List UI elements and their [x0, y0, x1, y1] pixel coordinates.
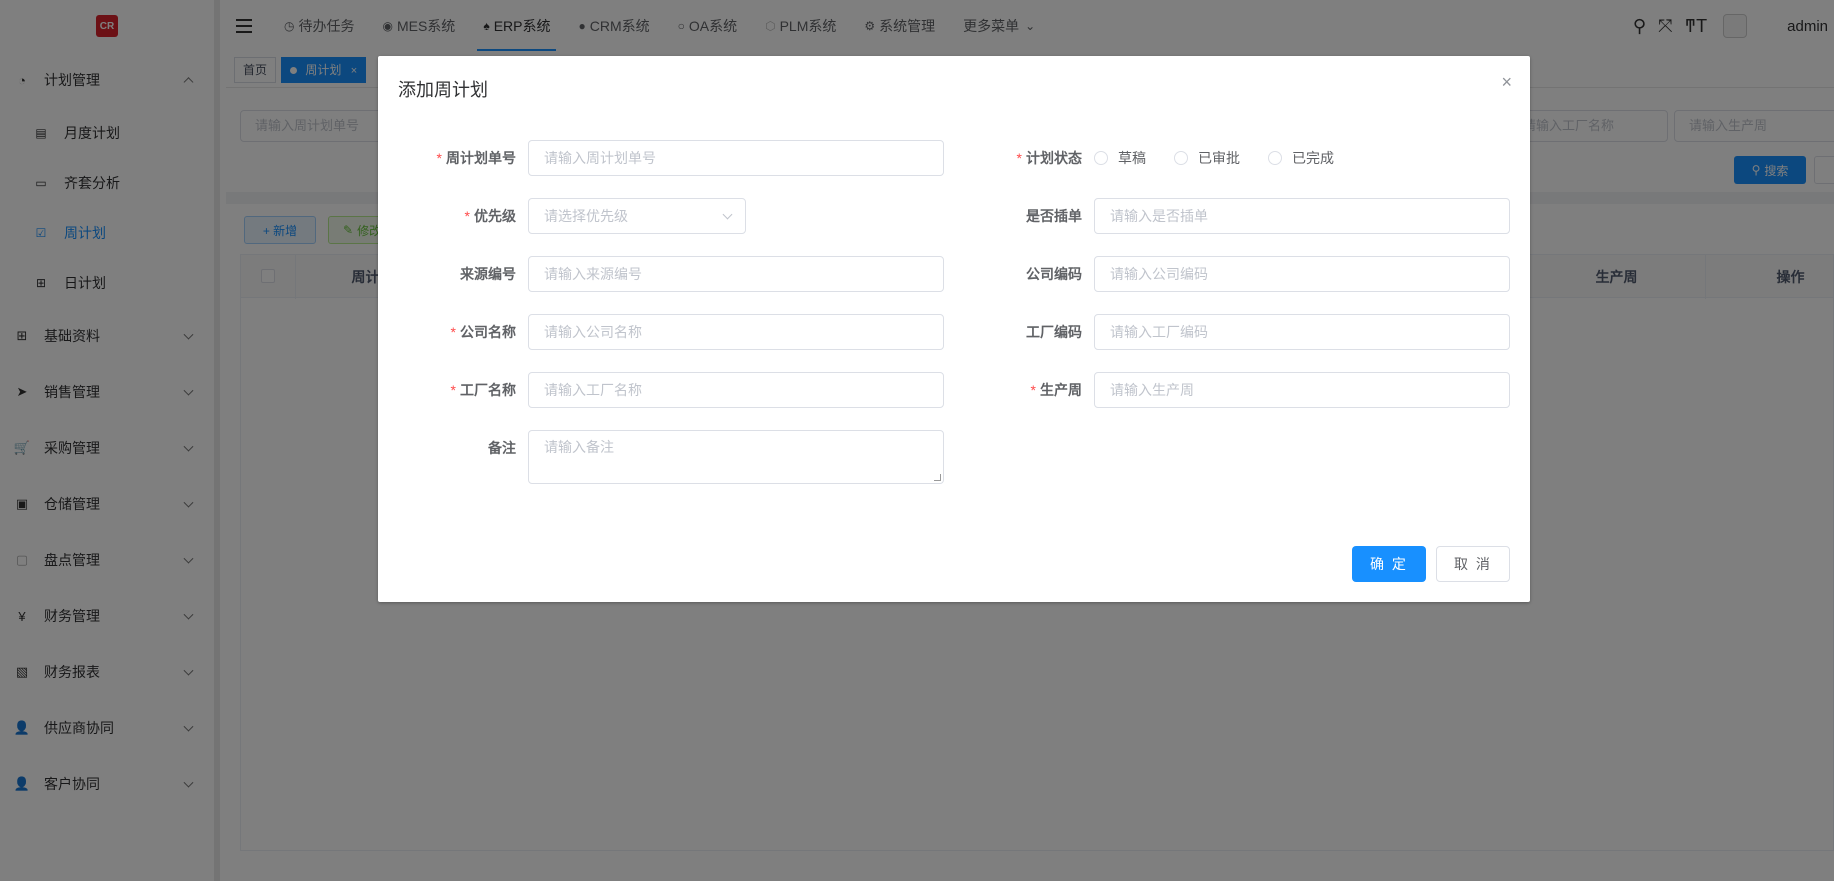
- plan-no-input[interactable]: 请输入周计划单号: [528, 140, 944, 176]
- form-item-remark: 备注 请输入备注: [428, 430, 944, 484]
- status-radio-group: 草稿 已审批 已完成: [1094, 148, 1362, 168]
- radio-label: 已完成: [1292, 150, 1334, 166]
- production-week-input[interactable]: 请输入生产周: [1094, 372, 1510, 408]
- form-label: 是否插单: [1026, 208, 1082, 224]
- status-radio-draft[interactable]: 草稿: [1094, 148, 1146, 168]
- required-mark: *: [1016, 150, 1022, 166]
- form-item-production-week: * 生产周 请输入生产周: [994, 372, 1510, 408]
- required-mark: *: [464, 208, 470, 224]
- factory-name-input[interactable]: 请输入工厂名称: [528, 372, 944, 408]
- chevron-down-icon: [722, 209, 733, 220]
- required-mark: *: [1030, 382, 1036, 398]
- form-item-priority: * 优先级 请选择优先级: [428, 198, 746, 234]
- label-text: 公司名称: [460, 324, 516, 340]
- radio-label: 草稿: [1118, 150, 1146, 166]
- form-item-insert-order: 是否插单 请输入是否插单: [994, 198, 1510, 234]
- priority-select[interactable]: 请选择优先级: [528, 198, 746, 234]
- cancel-button[interactable]: 取 消: [1436, 546, 1510, 582]
- radio-label: 已审批: [1198, 150, 1240, 166]
- label-text: 工厂名称: [460, 382, 516, 398]
- remark-textarea[interactable]: 请输入备注: [528, 430, 944, 484]
- form-label: 备注: [488, 440, 516, 456]
- label-text: 优先级: [474, 208, 516, 224]
- form-label: * 优先级: [428, 206, 528, 226]
- form-item-source-no: 来源编号 请输入来源编号: [428, 256, 944, 292]
- form-item-company-code: 公司编码 请输入公司编码: [994, 256, 1510, 292]
- form-label: 来源编号: [460, 266, 516, 282]
- status-radio-completed[interactable]: 已完成: [1268, 148, 1334, 168]
- radio-circle: [1174, 151, 1188, 165]
- label-text: 计划状态: [1026, 150, 1082, 166]
- radio-circle: [1094, 151, 1108, 165]
- factory-code-input[interactable]: 请输入工厂编码: [1094, 314, 1510, 350]
- source-no-input[interactable]: 请输入来源编号: [528, 256, 944, 292]
- form-item-plan-no: * 周计划单号 请输入周计划单号: [428, 140, 944, 176]
- close-icon[interactable]: ×: [1501, 72, 1512, 93]
- form-label: 公司编码: [1026, 266, 1082, 282]
- company-code-input[interactable]: 请输入公司编码: [1094, 256, 1510, 292]
- form-label: * 周计划单号: [428, 148, 528, 168]
- required-mark: *: [450, 324, 456, 340]
- form-item-factory-code: 工厂编码 请输入工厂编码: [994, 314, 1510, 350]
- form-label: * 生产周: [994, 380, 1094, 400]
- label-text: 生产周: [1040, 382, 1082, 398]
- status-radio-approved[interactable]: 已审批: [1174, 148, 1240, 168]
- company-name-input[interactable]: 请输入公司名称: [528, 314, 944, 350]
- insert-order-input[interactable]: 请输入是否插单: [1094, 198, 1510, 234]
- form-item-company-name: * 公司名称 请输入公司名称: [428, 314, 944, 350]
- radio-circle: [1268, 151, 1282, 165]
- form-item-factory-name: * 工厂名称 请输入工厂名称: [428, 372, 944, 408]
- form-label: * 公司名称: [428, 322, 528, 342]
- form-label: * 工厂名称: [428, 380, 528, 400]
- label-text: 周计划单号: [446, 150, 516, 166]
- required-mark: *: [450, 382, 456, 398]
- add-weekly-plan-dialog: 添加周计划 × * 周计划单号 请输入周计划单号 * 计划状态 草稿 已审批 已完成…: [378, 56, 1530, 602]
- select-placeholder: 请选择优先级: [544, 208, 628, 224]
- form-item-status: * 计划状态 草稿 已审批 已完成: [994, 140, 1362, 176]
- dialog-title: 添加周计划: [398, 80, 488, 100]
- required-mark: *: [436, 150, 442, 166]
- form-label: * 计划状态: [994, 148, 1094, 168]
- confirm-button[interactable]: 确 定: [1352, 546, 1426, 582]
- form-label: 工厂编码: [1026, 324, 1082, 340]
